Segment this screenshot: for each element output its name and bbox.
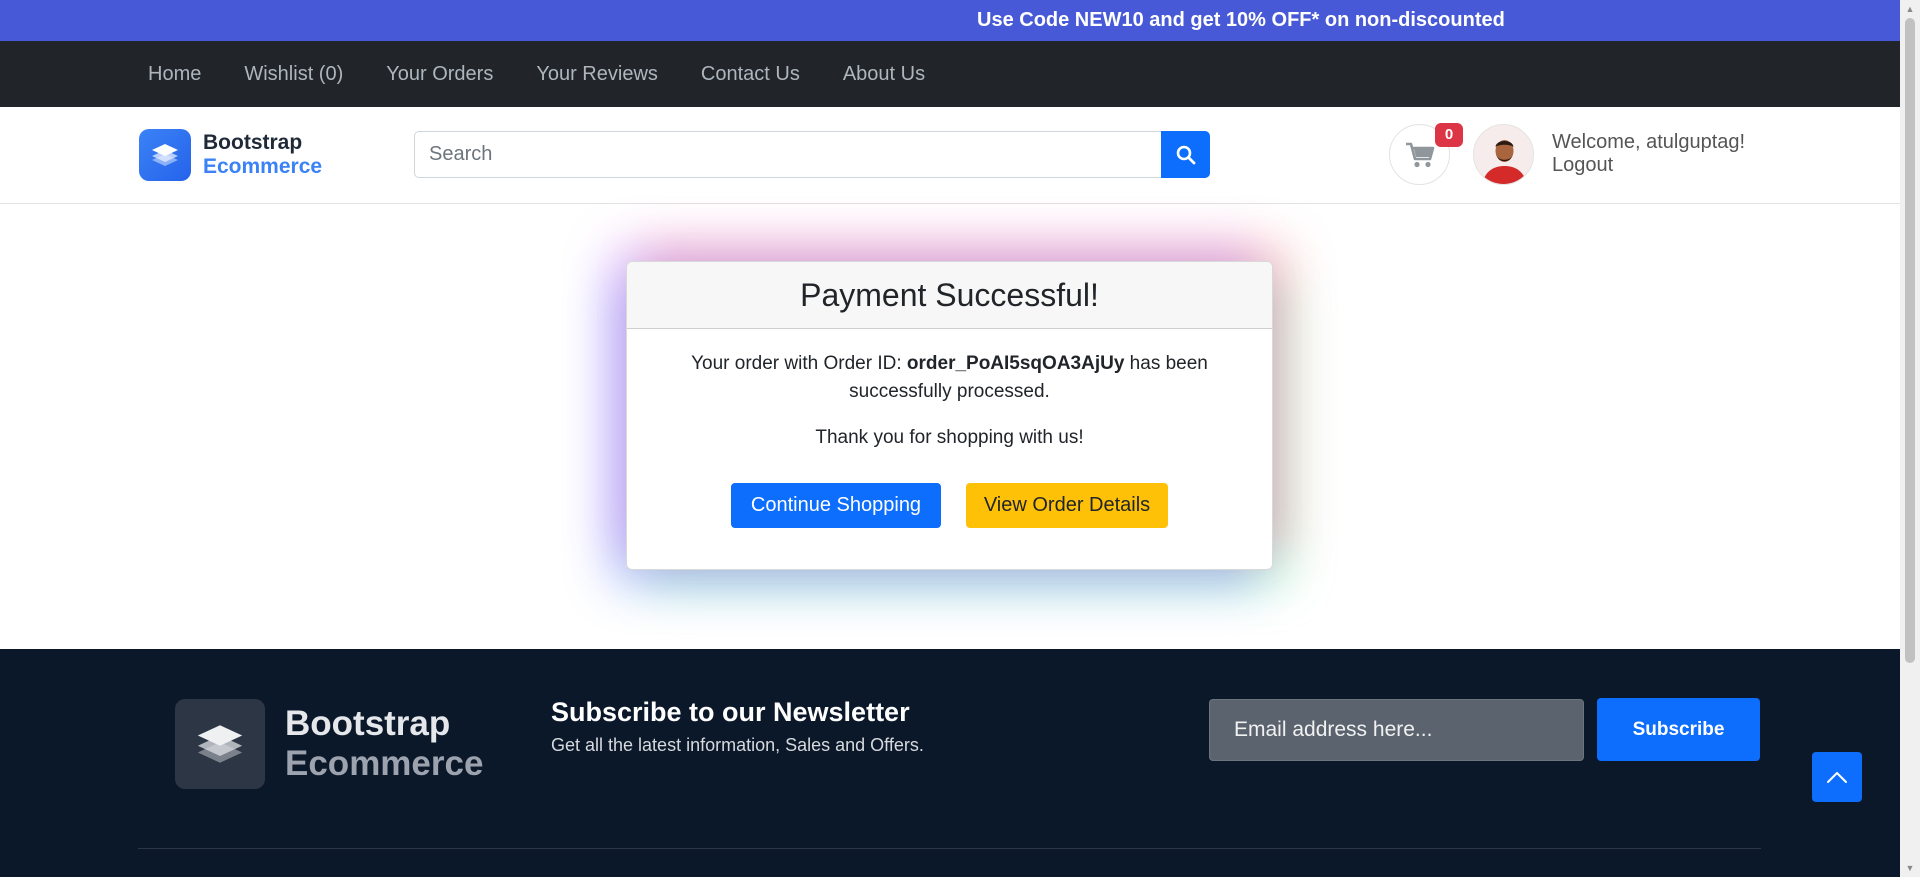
search-bar [414,131,1210,178]
scrollbar-thumb[interactable] [1905,18,1915,663]
page-scrollbar[interactable]: ▲ ▼ [1900,0,1920,877]
back-to-top-button[interactable] [1812,752,1862,802]
cart-count-badge: 0 [1435,123,1463,147]
logout-link[interactable]: Logout [1552,154,1745,177]
top-nav: Home Wishlist (0) Your Orders Your Revie… [0,41,1900,107]
brand-logo[interactable]: Bootstrap Ecommerce [139,129,322,181]
payment-actions: Continue Shopping View Order Details [627,483,1272,528]
brand-line-2: Ecommerce [203,155,323,178]
nav-item-about-us[interactable]: About Us [843,63,925,86]
newsletter-title: Subscribe to our Newsletter [551,697,910,727]
search-button[interactable] [1161,131,1210,178]
newsletter-email-input[interactable] [1209,699,1584,761]
avatar[interactable] [1473,124,1534,185]
site-footer: Bootstrap Ecommerce Subscribe to our New… [0,649,1900,877]
nav-item-home[interactable]: Home [148,63,201,86]
nav-item-your-reviews[interactable]: Your Reviews [536,63,658,86]
brand-line-1: Bootstrap [203,131,303,154]
scroll-up-arrow-icon[interactable]: ▲ [1905,4,1915,14]
subscribe-button[interactable]: Subscribe [1597,698,1760,761]
footer-brand-name: Bootstrap Ecommerce [285,704,483,784]
footer-brand-line-2: Ecommerce [285,744,484,783]
footer-brand-logo[interactable]: Bootstrap Ecommerce [175,699,483,789]
welcome-block: Welcome, atulguptag! Logout [1552,131,1745,177]
search-input[interactable] [414,131,1161,178]
order-id: order_PoAI5sqOA3AjUy [906,353,1125,374]
payment-success-card: Payment Successful! Your order with Orde… [626,261,1273,570]
nav-item-wishlist[interactable]: Wishlist (0) [244,63,343,86]
payment-body: Your order with Order ID: order_PoAI5sqO… [627,329,1272,528]
nav-item-contact-us[interactable]: Contact Us [701,63,800,86]
newsletter-subtitle: Get all the latest information, Sales an… [551,735,924,755]
chevron-up-icon [1827,772,1847,783]
search-icon [1176,145,1195,164]
order-message-prefix: Your order with Order ID: [691,353,907,374]
view-order-details-button[interactable]: View Order Details [966,483,1168,528]
footer-layers-icon [175,699,265,789]
footer-divider [138,848,1761,849]
promo-banner: Use Code NEW10 and get 10% OFF* on non-d… [0,0,1900,41]
main-content: Payment Successful! Your order with Orde… [0,204,1900,649]
nav-item-your-orders[interactable]: Your Orders [386,63,493,86]
site-header: Bootstrap Ecommerce 0 Welc [0,107,1900,204]
footer-brand-line-1: Bootstrap [285,704,451,743]
welcome-text: Welcome, atulguptag! [1552,131,1746,153]
promo-text: Use Code NEW10 and get 10% OFF* on non-d… [977,9,1505,31]
payment-title: Payment Successful! [627,262,1272,329]
continue-shopping-button[interactable]: Continue Shopping [731,483,941,528]
thank-you-message: Thank you for shopping with us! [815,427,1084,448]
order-message: Your order with Order ID: order_PoAI5sqO… [655,350,1245,406]
user-avatar-icon [1474,125,1533,184]
cart-icon [1405,142,1434,167]
scroll-down-arrow-icon[interactable]: ▼ [1905,863,1915,873]
brand-name: Bootstrap Ecommerce [203,131,322,179]
layers-icon [139,129,191,181]
